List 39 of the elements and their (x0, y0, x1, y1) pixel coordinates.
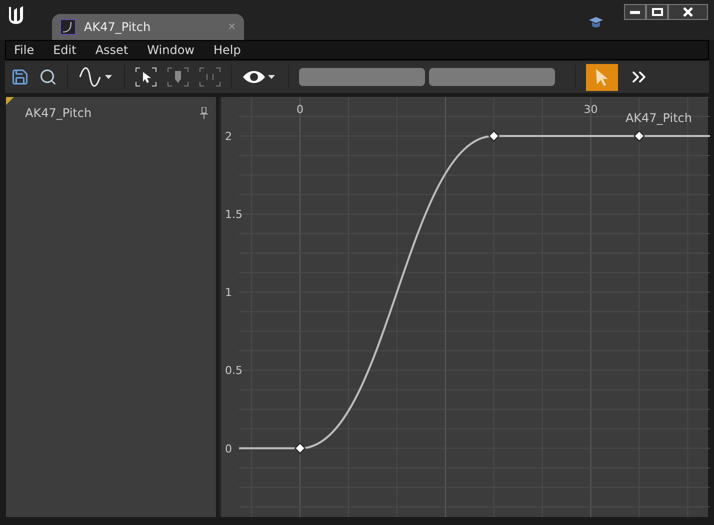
graduation-cap-icon[interactable] (588, 14, 604, 30)
key-point[interactable] (294, 442, 306, 454)
y-tick-label: 1.5 (225, 208, 242, 222)
select-frame-icon[interactable] (135, 67, 157, 87)
save-icon[interactable] (11, 68, 29, 86)
x-tick-label: 30 (584, 103, 598, 116)
curve-dropdown-icon[interactable] (78, 67, 114, 87)
input-field[interactable] (299, 68, 425, 86)
frame-all-icon[interactable] (199, 67, 221, 87)
close-button[interactable] (668, 4, 708, 20)
y-tick-label: 0 (225, 442, 232, 456)
key-point[interactable] (634, 130, 645, 142)
y-tick-label: 1 (225, 286, 232, 300)
tab-title: AK47_Pitch (84, 19, 152, 36)
logo-icon (6, 4, 26, 26)
minimize-icon (630, 10, 640, 14)
menu-item[interactable]: Window (147, 41, 194, 59)
search-icon[interactable] (39, 68, 57, 86)
maximize-icon (652, 8, 662, 16)
curve-name[interactable]: AK47_Pitch (25, 104, 92, 122)
curve-asset-icon (60, 19, 76, 35)
minimize-button[interactable] (624, 4, 646, 20)
y-tick-label: 2 (225, 130, 232, 144)
curve-label: AK47_Pitch (625, 110, 692, 127)
x-tick-label: 0 (296, 103, 304, 116)
document-tab[interactable]: AK47_Pitch ✕ (52, 14, 244, 40)
input-field[interactable] (429, 68, 555, 86)
corner-mark (6, 97, 14, 105)
cursor-icon (595, 68, 609, 86)
menu-item[interactable]: Asset (95, 41, 128, 59)
menu-item[interactable]: Help (213, 41, 241, 59)
pin-icon[interactable] (200, 107, 208, 119)
menu-item[interactable]: File (14, 41, 34, 59)
key-point[interactable] (488, 130, 500, 142)
close-icon (683, 7, 693, 17)
maximize-button[interactable] (646, 4, 668, 20)
frame-vertical-icon[interactable] (167, 67, 189, 87)
y-tick-label: 0.5 (225, 364, 242, 378)
menu-item[interactable]: Edit (53, 41, 76, 59)
